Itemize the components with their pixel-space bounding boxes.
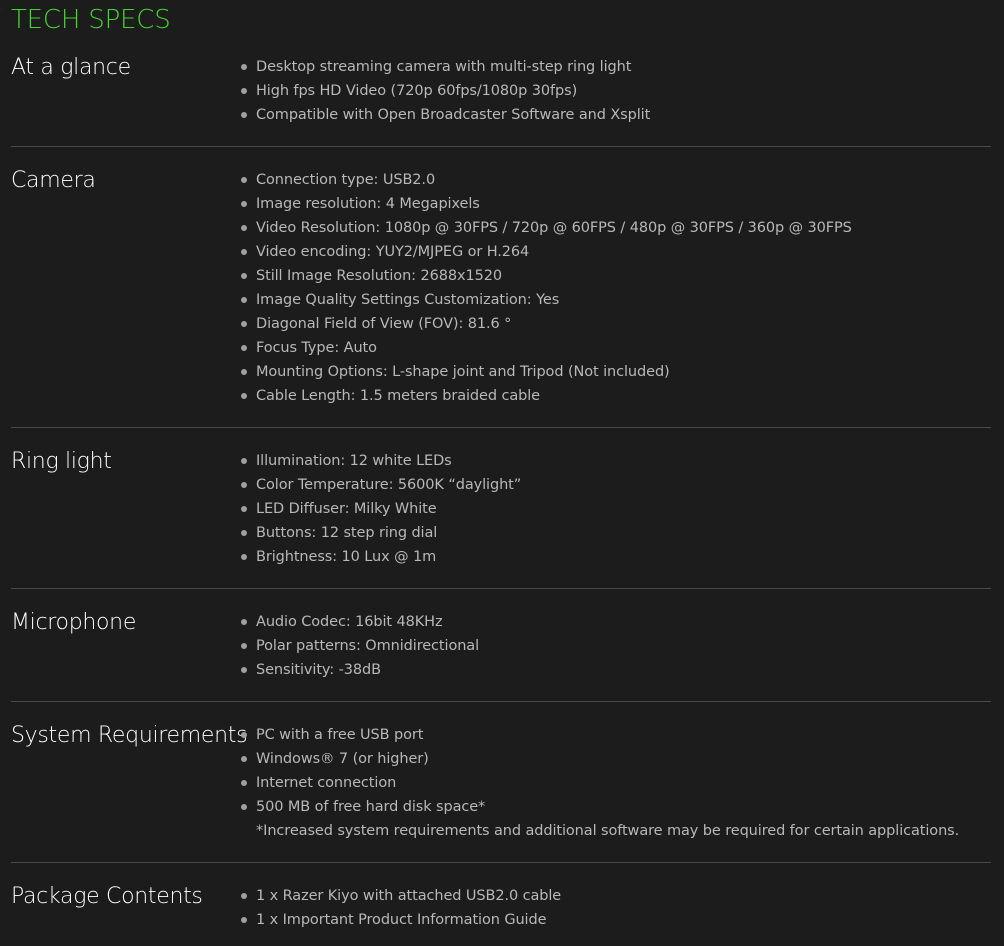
- spec-list: Connection type: USB2.0 Image resolution…: [241, 168, 852, 408]
- bullet-icon: [241, 64, 247, 70]
- spec-footnote: *Increased system requirements and addit…: [256, 823, 960, 839]
- bullet-icon: [241, 458, 247, 464]
- section-divider: [11, 427, 991, 428]
- spec-item: 500 MB of free hard disk space*: [241, 795, 959, 819]
- bullet-icon: [241, 643, 247, 649]
- spec-list: 1 x Razer Kiyo with attached USB2.0 cabl…: [241, 884, 561, 932]
- bullet-icon: [241, 393, 247, 399]
- bullet-icon: [241, 482, 247, 488]
- spec-item: Sensitivity: -38dB: [241, 658, 479, 682]
- spec-item: Internet connection: [241, 771, 959, 795]
- spec-item: Video Resolution: 1080p @ 30FPS / 720p @…: [241, 216, 852, 240]
- section-divider: [11, 701, 991, 702]
- spec-list: PC with a free USB port Windows® 7 (or h…: [241, 723, 959, 843]
- bullet-icon: [241, 249, 247, 255]
- section-label: At a glance: [11, 55, 131, 80]
- spec-item: Windows® 7 (or higher): [241, 747, 959, 771]
- spec-item: Illumination: 12 white LEDs: [241, 449, 521, 473]
- bullet-icon: [241, 297, 247, 303]
- bullet-icon: [241, 112, 247, 118]
- spec-item: Diagonal Field of View (FOV): 81.6 °: [241, 312, 852, 336]
- spec-item: Brightness: 10 Lux @ 1m: [241, 545, 521, 569]
- bullet-icon: [241, 345, 247, 351]
- spec-item: Polar patterns: Omnidirectional: [241, 634, 479, 658]
- bullet-icon: [241, 667, 247, 673]
- spec-item: Still Image Resolution: 2688x1520: [241, 264, 852, 288]
- bullet-icon: [241, 369, 247, 375]
- spec-item: PC with a free USB port: [241, 723, 959, 747]
- bullet-icon: [241, 619, 247, 625]
- section-label: System Requirements: [11, 723, 248, 748]
- bullet-icon: [241, 554, 247, 560]
- spec-item: Buttons: 12 step ring dial: [241, 521, 521, 545]
- bullet-icon: [241, 273, 247, 279]
- spec-item: Video encoding: YUY2/MJPEG or H.264: [241, 240, 852, 264]
- bullet-icon: [241, 88, 247, 94]
- bullet-icon: [241, 756, 247, 762]
- bullet-icon: [241, 804, 247, 810]
- bullet-icon: [241, 893, 247, 899]
- spec-item: Mounting Options: L-shape joint and Trip…: [241, 360, 852, 384]
- spec-item: Connection type: USB2.0: [241, 168, 852, 192]
- bullet-icon: [241, 201, 247, 207]
- bullet-icon: [241, 530, 247, 536]
- spec-item: Compatible with Open Broadcaster Softwar…: [241, 103, 650, 127]
- spec-item: Desktop streaming camera with multi-step…: [241, 55, 650, 79]
- spec-item: Focus Type: Auto: [241, 336, 852, 360]
- spec-item: Image resolution: 4 Megapixels: [241, 192, 852, 216]
- spec-item: Audio Codec: 16bit 48KHz: [241, 610, 479, 634]
- section-label: Microphone: [11, 610, 137, 635]
- section-label: Ring light: [11, 449, 112, 474]
- spec-list: Illumination: 12 white LEDs Color Temper…: [241, 449, 521, 569]
- bullet-icon: [241, 177, 247, 183]
- spec-item: Cable Length: 1.5 meters braided cable: [241, 384, 852, 408]
- bullet-icon: [241, 780, 247, 786]
- spec-item: 1 x Razer Kiyo with attached USB2.0 cabl…: [241, 884, 561, 908]
- spec-item: Image Quality Settings Customization: Ye…: [241, 288, 852, 312]
- bullet-icon: [241, 225, 247, 231]
- spec-item: High fps HD Video (720p 60fps/1080p 30fp…: [241, 79, 650, 103]
- spec-item: LED Diffuser: Milky White: [241, 497, 521, 521]
- bullet-icon: [241, 506, 247, 512]
- bullet-icon: [241, 732, 247, 738]
- bullet-icon: [241, 917, 247, 923]
- spec-item: 1 x Important Product Information Guide: [241, 908, 561, 932]
- spec-item: Color Temperature: 5600K “daylight”: [241, 473, 521, 497]
- section-label: Camera: [11, 168, 96, 193]
- spec-list: Audio Codec: 16bit 48KHz Polar patterns:…: [241, 610, 479, 682]
- section-divider: [11, 862, 991, 863]
- page-title: TECH SPECS: [11, 5, 171, 35]
- bullet-icon: [241, 321, 247, 327]
- spec-list: Desktop streaming camera with multi-step…: [241, 55, 650, 127]
- section-divider: [11, 588, 991, 589]
- section-divider: [11, 146, 991, 147]
- section-label: Package Contents: [11, 884, 203, 909]
